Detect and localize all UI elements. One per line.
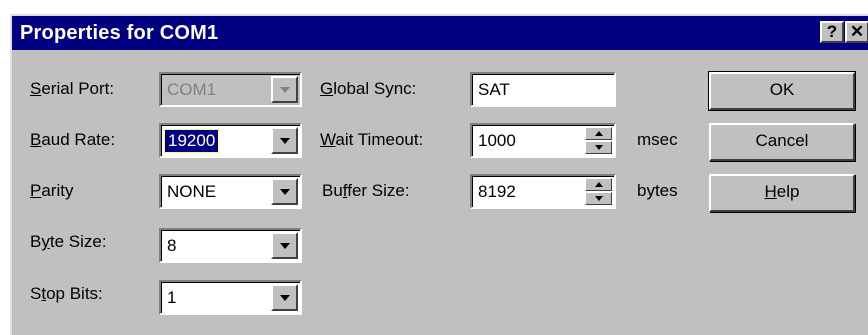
chevron-down-icon [271, 76, 298, 103]
help-title-button[interactable]: ? [820, 21, 844, 43]
stop-bits-select[interactable]: 1 [159, 280, 302, 315]
chevron-down-icon[interactable] [271, 232, 298, 259]
byte-size-value: 8 [167, 236, 177, 255]
spin-arrows-icon[interactable] [585, 178, 612, 205]
serial-port-value: COM1 [167, 80, 217, 99]
wait-timeout-input[interactable]: 1000 [470, 123, 616, 158]
spin-down-button[interactable] [585, 192, 612, 205]
baud-rate-value: 19200 [163, 129, 220, 153]
chevron-down-icon[interactable] [271, 284, 298, 311]
buffer-size-input[interactable]: 8192 [470, 174, 616, 209]
cancel-button[interactable]: Cancel [709, 123, 855, 161]
spin-arrows-icon[interactable] [585, 127, 612, 154]
buffer-size-label: Buffer Size: [322, 181, 410, 200]
parity-value: NONE [167, 182, 217, 201]
spin-up-button[interactable] [585, 127, 612, 140]
ok-button[interactable]: OK [708, 71, 856, 111]
serial-port-label: Serial Port: [30, 79, 115, 98]
wait-timeout-label: Wait Timeout: [320, 130, 424, 149]
parity-label: Parity [30, 181, 74, 200]
byte-size-label: Byte Size: [30, 232, 107, 251]
stop-bits-label: Stop Bits: [30, 284, 103, 303]
baud-rate-select[interactable]: 19200 [159, 123, 302, 158]
wait-timeout-unit: msec [637, 130, 678, 149]
buffer-size-unit: bytes [637, 181, 678, 200]
window-title: Properties for COM1 [20, 22, 219, 44]
byte-size-select[interactable]: 8 [159, 228, 302, 263]
serial-port-select: COM1 [159, 72, 302, 107]
title-bar[interactable]: Properties for COM1 ? ✕ [12, 16, 868, 50]
chevron-down-icon[interactable] [271, 178, 298, 205]
global-sync-value: SAT [478, 80, 510, 99]
global-sync-input[interactable]: SAT [470, 72, 616, 107]
buffer-size-value: 8192 [478, 182, 516, 201]
spin-down-button[interactable] [585, 141, 612, 154]
global-sync-label: Global Sync: [320, 79, 417, 98]
close-button[interactable]: ✕ [845, 21, 868, 43]
help-button[interactable]: Help [709, 174, 855, 212]
spin-up-button[interactable] [585, 178, 612, 191]
stop-bits-value: 1 [167, 288, 177, 307]
baud-rate-label: Baud Rate: [30, 130, 116, 149]
properties-dialog: Properties for COM1 ? ✕ Serial Port: COM… [10, 14, 868, 335]
parity-select[interactable]: NONE [159, 174, 302, 209]
chevron-down-icon[interactable] [271, 127, 298, 154]
wait-timeout-value: 1000 [478, 131, 516, 150]
